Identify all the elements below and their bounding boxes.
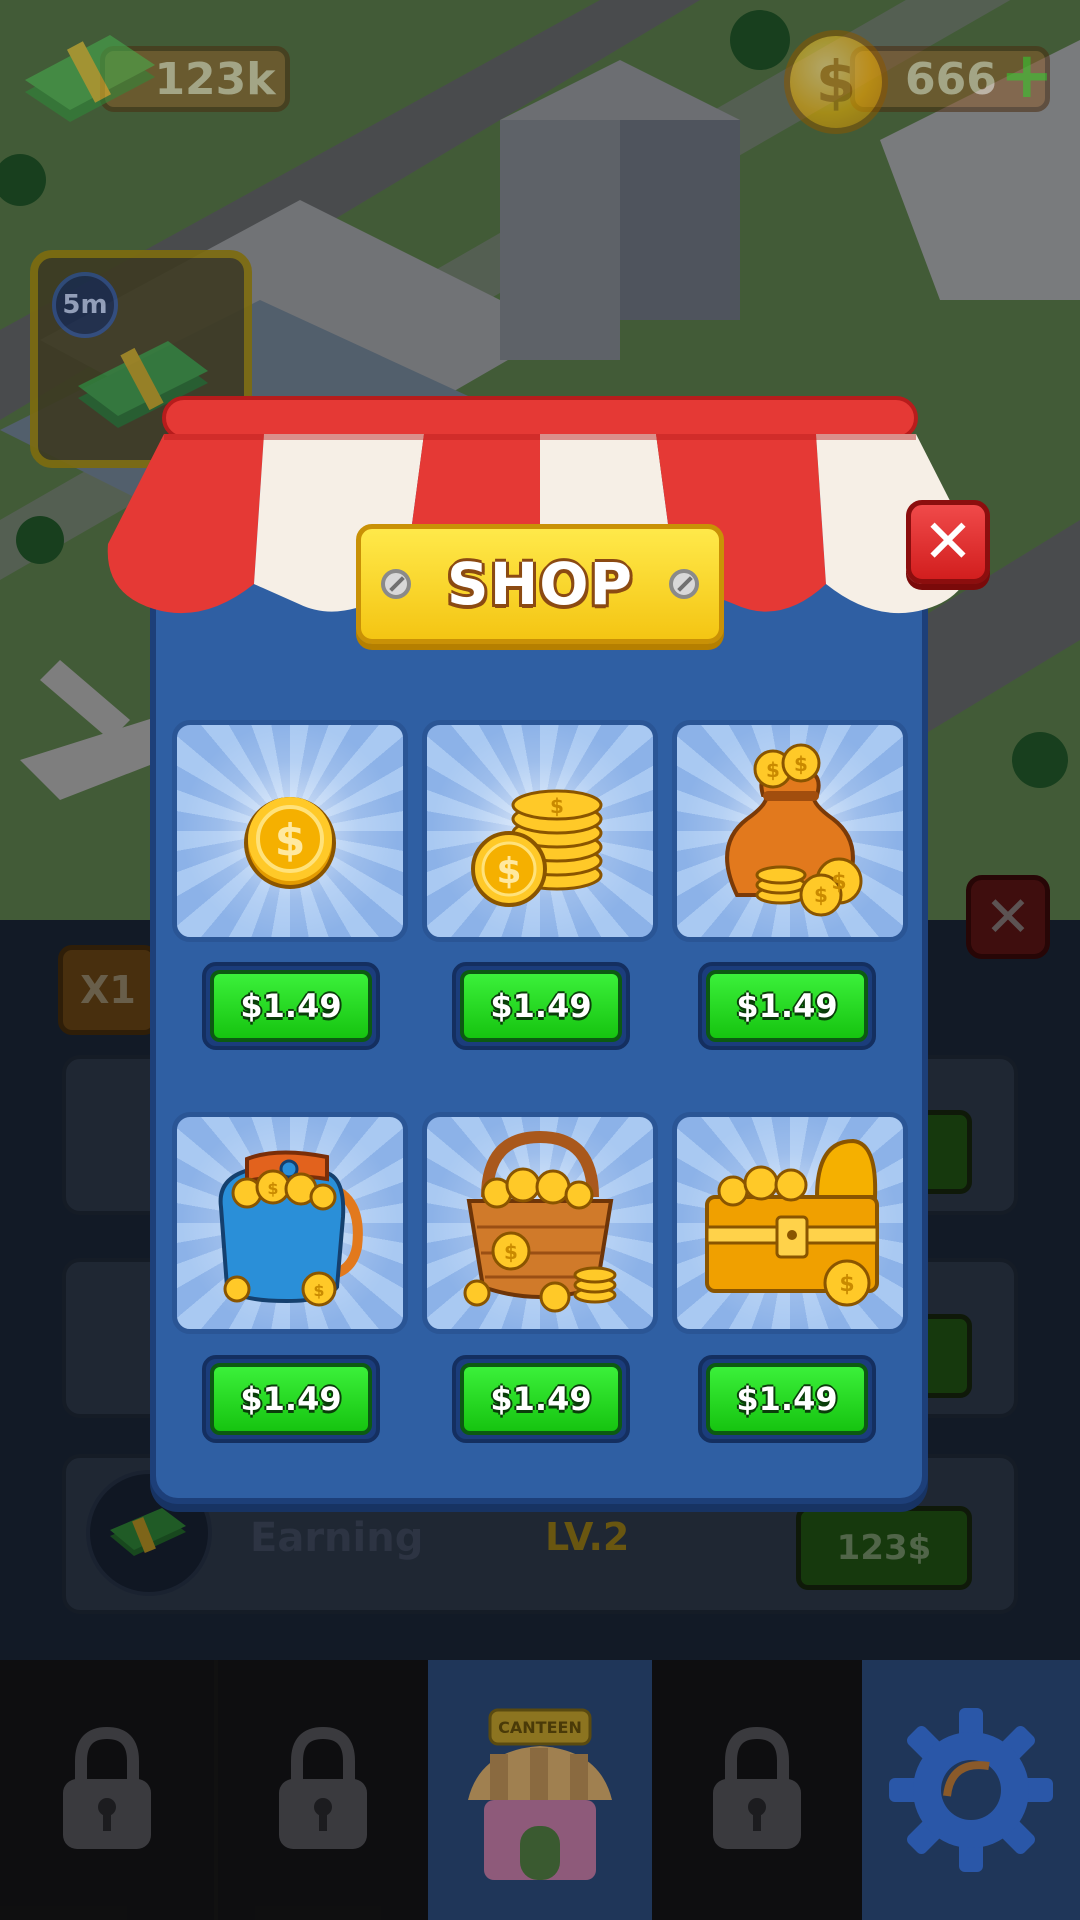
shop-title: SHOP	[446, 550, 634, 618]
coin-basket-icon: $	[463, 1130, 617, 1313]
shop-item-coin-basket[interactable]: $	[422, 1112, 658, 1334]
lock-icon	[713, 1726, 801, 1849]
price-wrap-3: $1.49	[698, 962, 876, 1050]
lock-icon	[279, 1726, 367, 1849]
price-wrap-2: $1.49	[452, 962, 630, 1050]
coin-value: 666	[905, 53, 997, 105]
buy-button-coin-sack[interactable]: $1.49	[706, 970, 868, 1042]
nav-slot-4[interactable]	[652, 1660, 862, 1920]
nav-slot-canteen[interactable]: CANTEEN	[428, 1660, 652, 1920]
buy-button-coin-basket[interactable]: $1.49	[460, 1363, 622, 1435]
price-wrap-4: $1.49	[202, 1355, 380, 1443]
price-wrap-5: $1.49	[452, 1355, 630, 1443]
svg-text:$: $	[794, 752, 808, 776]
lock-icon	[63, 1726, 151, 1849]
shop-sign: SHOP	[356, 524, 724, 644]
canteen-building-icon: CANTEEN	[468, 1708, 612, 1880]
shop-item-treasure-chest[interactable]: $	[672, 1112, 908, 1334]
svg-text:$: $	[275, 815, 306, 866]
svg-text:$: $	[839, 1272, 854, 1297]
shop-item-coin-sack[interactable]: $ $ $ $	[672, 720, 908, 942]
single-coin-icon: $	[244, 797, 336, 889]
buy-button-treasure-chest[interactable]: $1.49	[706, 1363, 868, 1435]
cash-icon	[20, 22, 160, 132]
svg-text:$: $	[504, 1240, 518, 1264]
svg-text:$: $	[313, 1281, 324, 1300]
svg-text:$: $	[267, 1179, 278, 1198]
nav-slot-2[interactable]	[218, 1660, 428, 1920]
shop-close-button[interactable]: ✕	[906, 500, 990, 584]
svg-text:$: $	[814, 883, 828, 907]
nav-slot-settings[interactable]	[862, 1660, 1080, 1920]
price-wrap-1: $1.49	[202, 962, 380, 1050]
treasure-chest-icon: $	[705, 1138, 879, 1307]
left-screw-icon	[381, 569, 411, 599]
price-wrap-6: $1.49	[698, 1355, 876, 1443]
coin-sack-icon: $ $ $ $	[725, 743, 863, 917]
add-coins-icon[interactable]: +	[1000, 44, 1054, 108]
gear-icon	[889, 1708, 1053, 1872]
svg-text:$: $	[766, 758, 780, 782]
right-screw-icon	[669, 569, 699, 599]
coin-icon: $	[784, 30, 888, 134]
svg-text:$: $	[496, 851, 521, 892]
shop-item-single-coin[interactable]: $	[172, 720, 408, 942]
buy-button-single-coin[interactable]: $1.49	[210, 970, 372, 1042]
coin-stack-icon: $ $	[471, 789, 603, 907]
svg-text:$: $	[550, 794, 564, 818]
canteen-label: CANTEEN	[498, 1718, 582, 1737]
cash-value: 123k	[154, 53, 276, 105]
shop-item-coin-stack[interactable]: $ $	[422, 720, 658, 942]
nav-slot-1[interactable]	[0, 1660, 214, 1920]
buy-button-coin-stack[interactable]: $1.49	[460, 970, 622, 1042]
shop-item-coin-backpack[interactable]: $ $	[172, 1112, 408, 1334]
buy-button-coin-backpack[interactable]: $1.49	[210, 1363, 372, 1435]
coin-backpack-icon: $ $	[218, 1150, 363, 1307]
svg-text:$: $	[831, 870, 846, 895]
